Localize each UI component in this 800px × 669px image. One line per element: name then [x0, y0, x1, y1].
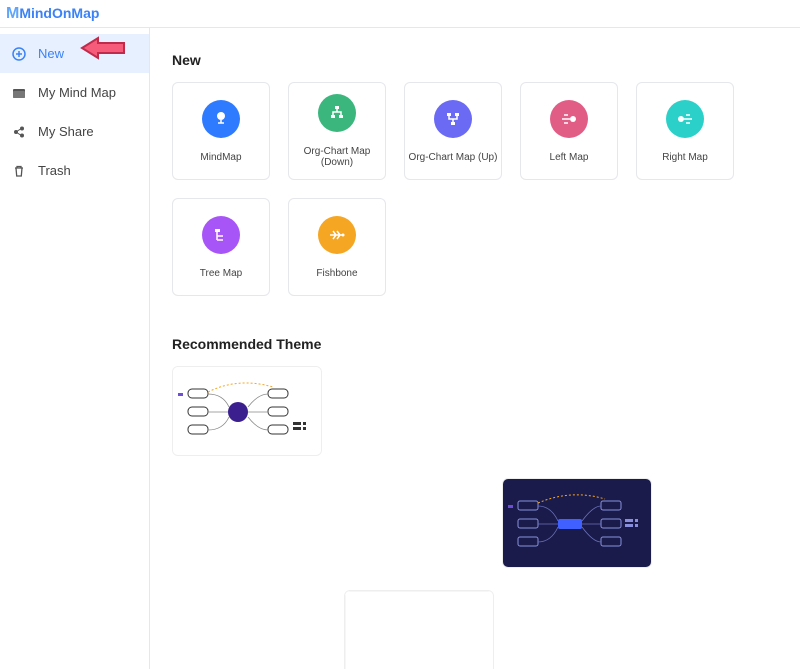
logo-mark-icon: M — [6, 5, 19, 22]
section-title-new: New — [172, 52, 778, 68]
template-tree-map[interactable]: Tree Map — [172, 198, 270, 296]
template-right-map[interactable]: Right Map — [636, 82, 734, 180]
template-fishbone[interactable]: Fishbone — [288, 198, 386, 296]
template-label: MindMap — [200, 152, 241, 163]
right-map-icon — [666, 100, 704, 138]
template-label: Left Map — [550, 152, 589, 163]
main: New MindMap Org-Chart Map (Down) Org-Cha… — [150, 28, 800, 669]
trash-icon — [12, 164, 26, 178]
logo-text: MindOnMap — [19, 5, 99, 21]
sidebar-item-label: New — [38, 46, 64, 61]
fishbone-icon — [318, 216, 356, 254]
plus-circle-icon — [12, 47, 26, 61]
logo: MMindOnMap — [6, 5, 99, 23]
left-map-icon — [550, 100, 588, 138]
template-mindmap[interactable]: MindMap — [172, 82, 270, 180]
header: MMindOnMap — [0, 0, 800, 28]
tree-map-icon — [202, 216, 240, 254]
section-title-recommended: Recommended Theme — [172, 336, 778, 352]
orgchart-up-icon — [434, 100, 472, 138]
template-label: Right Map — [662, 152, 708, 163]
sidebar-item-my-share[interactable]: My Share — [0, 112, 149, 151]
sidebar-item-label: Trash — [38, 163, 71, 178]
template-label: Org-Chart Map (Down) — [289, 146, 385, 168]
theme-card[interactable] — [502, 478, 652, 568]
template-label: Fishbone — [316, 268, 357, 279]
templates-grid: MindMap Org-Chart Map (Down) Org-Chart M… — [172, 82, 778, 296]
template-left-map[interactable]: Left Map — [520, 82, 618, 180]
template-orgchart-up[interactable]: Org-Chart Map (Up) — [404, 82, 502, 180]
sidebar-item-label: My Mind Map — [38, 85, 116, 100]
sidebar: New My Mind Map My Share Trash — [0, 28, 150, 669]
sidebar-item-trash[interactable]: Trash — [0, 151, 149, 190]
template-label: Org-Chart Map (Up) — [409, 152, 498, 163]
template-label: Tree Map — [200, 268, 242, 279]
theme-card[interactable] — [172, 366, 322, 456]
sidebar-item-label: My Share — [38, 124, 94, 139]
themes-grid — [172, 366, 778, 669]
theme-card[interactable] — [344, 590, 494, 669]
layout: New My Mind Map My Share Trash New — [0, 28, 800, 669]
mindmap-icon — [202, 100, 240, 138]
share-icon — [12, 125, 26, 139]
orgchart-down-icon — [318, 94, 356, 132]
sidebar-item-my-mind-map[interactable]: My Mind Map — [0, 73, 149, 112]
folder-icon — [12, 86, 26, 100]
template-orgchart-down[interactable]: Org-Chart Map (Down) — [288, 82, 386, 180]
arrow-callout-icon — [80, 34, 128, 62]
